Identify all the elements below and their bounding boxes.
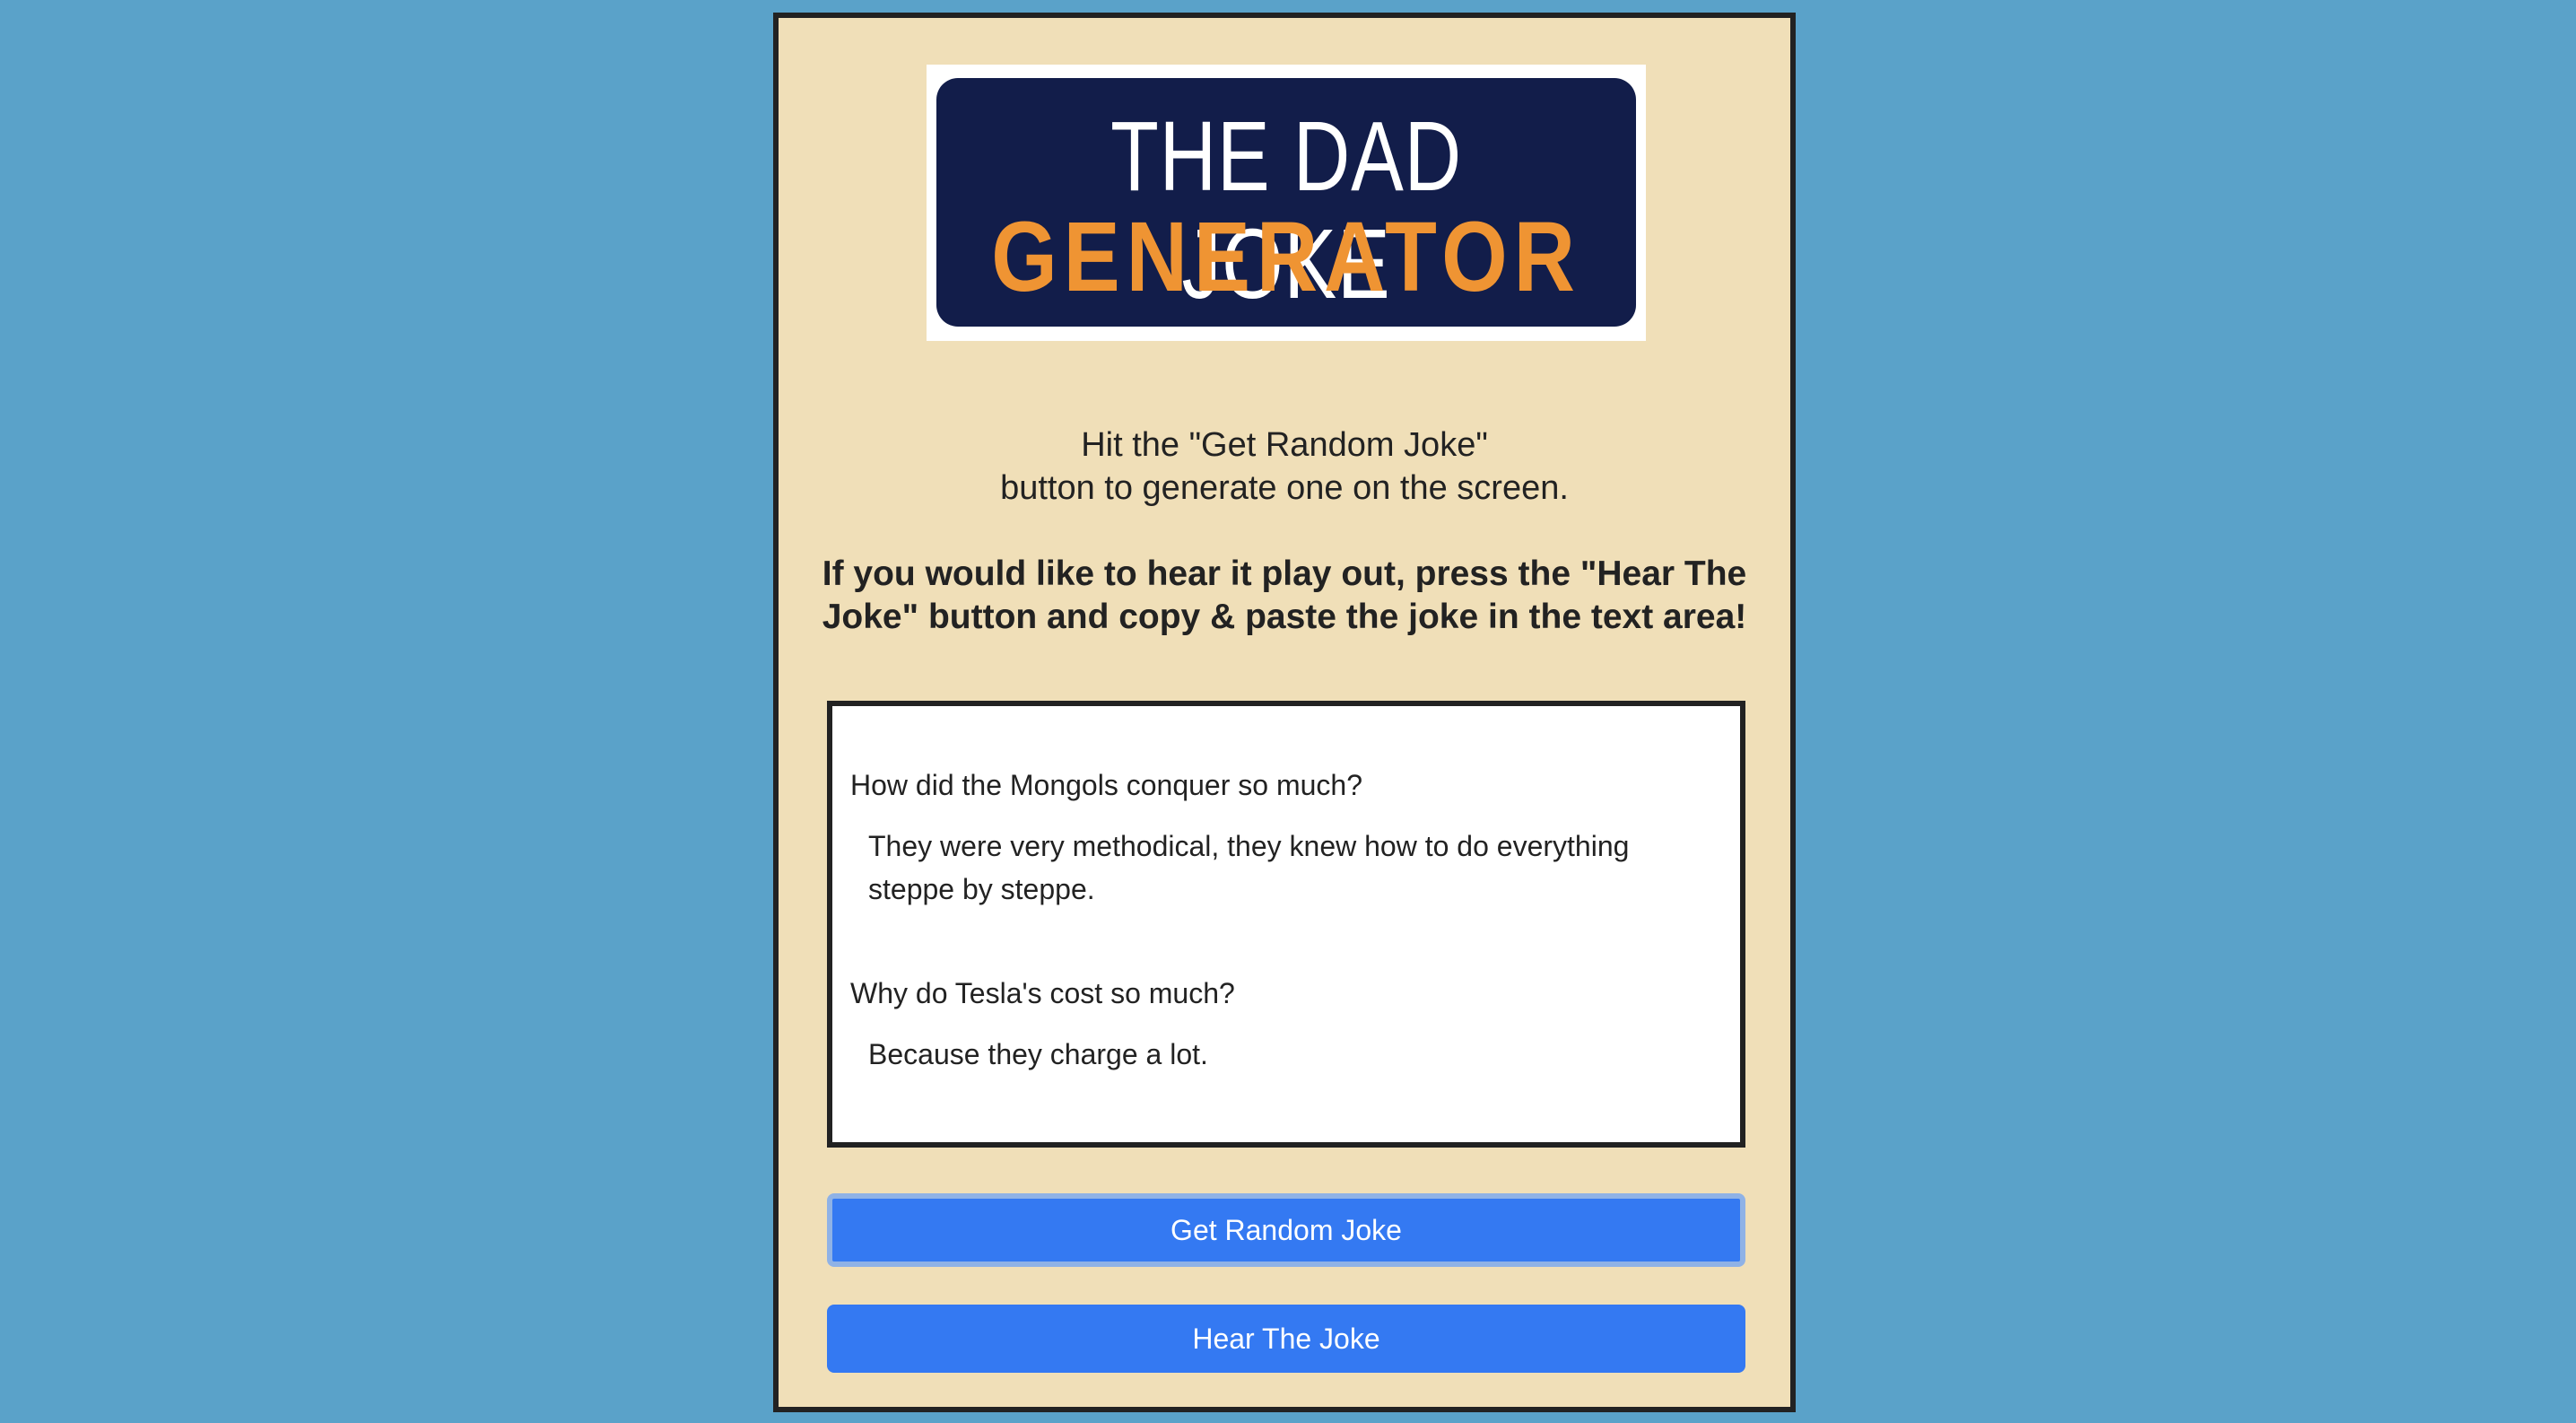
instructions-hear-line1: If you would like to hear it play out, p… xyxy=(822,554,1747,593)
hear-the-joke-button[interactable]: Hear The Joke xyxy=(827,1305,1745,1373)
joke-punchline-line1: They were very methodical, they knew how… xyxy=(868,830,1630,862)
joke-setup: Why do Tesla's cost so much? xyxy=(850,977,1235,1009)
instructions-random: Hit the "Get Random Joke" button to gene… xyxy=(814,423,1754,510)
joke-punchline-line2: steppe by steppe. xyxy=(868,873,1095,905)
joke-generator-card: THE DAD JOKE GENERATOR Hit the "Get Rand… xyxy=(773,13,1796,1412)
joke-setup: How did the Mongols conquer so much? xyxy=(850,769,1362,801)
dad-joke-generator-logo: THE DAD JOKE GENERATOR xyxy=(927,65,1646,341)
instructions-random-line1: Hit the "Get Random Joke" xyxy=(1081,426,1488,464)
joke-punchline: Because they charge a lot. xyxy=(868,1038,1208,1070)
logo-title-line2: GENERATOR xyxy=(991,202,1581,312)
instructions-hear-line2: Joke" button and copy & paste the joke i… xyxy=(822,598,1747,636)
get-random-joke-button[interactable]: Get Random Joke xyxy=(827,1193,1745,1267)
instructions-hear: If you would like to hear it play out, p… xyxy=(814,553,1754,639)
instructions-random-line2: button to generate one on the screen. xyxy=(1000,469,1569,507)
logo-banner: THE DAD JOKE GENERATOR xyxy=(936,78,1636,327)
joke-text-area[interactable]: How did the Mongols conquer so much? The… xyxy=(827,701,1745,1148)
joke-punchline: They were very methodical, they knew how… xyxy=(868,825,1675,911)
